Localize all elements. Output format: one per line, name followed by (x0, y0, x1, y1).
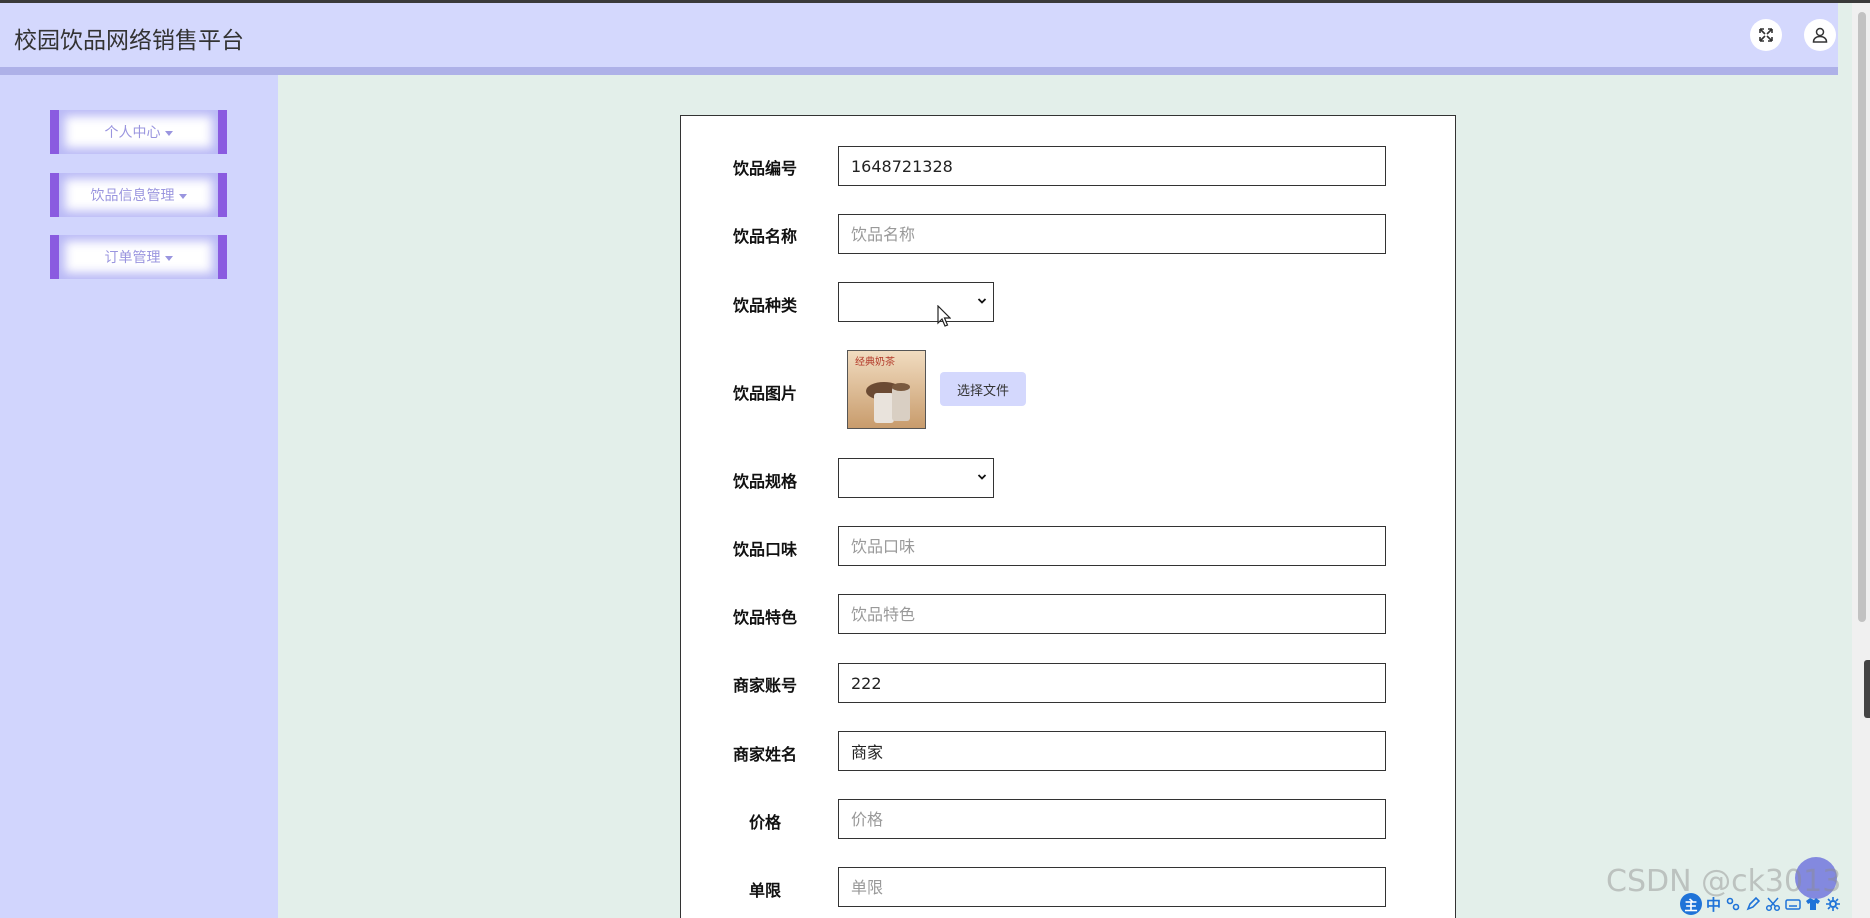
app-title: 校园饮品网络销售平台 (14, 28, 244, 54)
merchant-name-field[interactable] (838, 731, 1386, 771)
drink-flavor-label: 饮品口味 (732, 540, 797, 559)
sidebar-item-label: 订单管理 (104, 250, 161, 266)
page-scrollbar-thumb[interactable] (1858, 12, 1866, 622)
drink-form: 饮品编号 饮品名称 饮品种类 饮品图片 经典奶茶 选择文件 饮品规格 (680, 115, 1456, 918)
milk-tea-image: 经典奶茶 (848, 351, 925, 428)
ime-mode-toggle[interactable]: 中 (1706, 894, 1721, 915)
price-field[interactable] (838, 799, 1386, 839)
user-profile-button[interactable] (1804, 19, 1836, 51)
drink-flavor-field[interactable] (838, 526, 1386, 566)
header-underline (0, 67, 1838, 75)
keyboard-icon[interactable] (1785, 896, 1801, 912)
drink-spec-select[interactable] (838, 458, 994, 498)
caret-down-icon (164, 255, 173, 261)
sidebar: 个人中心 饮品信息管理 订单管理 (0, 75, 278, 918)
drink-image-label: 饮品图片 (732, 384, 797, 403)
user-icon (1812, 27, 1828, 43)
drink-code-field[interactable] (838, 146, 1386, 186)
chevron-down-icon (977, 474, 987, 480)
chevron-down-icon (977, 298, 987, 304)
choose-file-button[interactable]: 选择文件 (940, 372, 1026, 406)
sidebar-item-label: 饮品信息管理 (90, 188, 175, 204)
limit-label: 单限 (748, 881, 781, 900)
drink-feature-label: 饮品特色 (732, 608, 797, 627)
side-handle[interactable] (1864, 660, 1870, 718)
gear-icon[interactable] (1825, 896, 1841, 912)
ime-main-button[interactable]: 主 (1680, 893, 1702, 915)
sidebar-item-label: 个人中心 (104, 125, 161, 141)
caret-down-icon (164, 130, 173, 136)
skin-shirt-icon[interactable] (1805, 896, 1821, 912)
sidebar-item-drink-info[interactable]: 饮品信息管理 (50, 173, 227, 217)
pen-icon[interactable] (1745, 896, 1761, 912)
drink-name-field[interactable] (838, 214, 1386, 254)
drink-code-label: 饮品编号 (732, 159, 797, 178)
drink-name-label: 饮品名称 (732, 227, 797, 246)
merchant-name-label: 商家姓名 (732, 745, 797, 764)
drink-spec-label: 饮品规格 (732, 472, 797, 491)
limit-field[interactable] (838, 867, 1386, 907)
sidebar-item-personal-center[interactable]: 个人中心 (50, 110, 227, 154)
expand-arrows-icon (1759, 28, 1773, 42)
drink-type-label: 饮品种类 (732, 296, 797, 315)
sidebar-item-orders[interactable]: 订单管理 (50, 235, 227, 279)
price-label: 价格 (748, 813, 781, 832)
caret-down-icon (178, 193, 187, 199)
top-header: 校园饮品网络销售平台 (0, 3, 1838, 67)
fullscreen-button[interactable] (1750, 19, 1782, 51)
ime-toolbar[interactable]: 主 中 (1680, 892, 1841, 916)
drink-type-select[interactable] (838, 282, 994, 322)
drink-image-thumbnail: 经典奶茶 (847, 350, 926, 429)
merchant-account-field[interactable] (838, 663, 1386, 703)
mouse-cursor-icon (937, 305, 951, 327)
thumb-caption: 经典奶茶 (855, 355, 895, 368)
drink-feature-field[interactable] (838, 594, 1386, 634)
scissors-icon[interactable] (1765, 896, 1781, 912)
punctuation-icon[interactable] (1725, 896, 1741, 912)
merchant-account-label: 商家账号 (732, 676, 797, 695)
